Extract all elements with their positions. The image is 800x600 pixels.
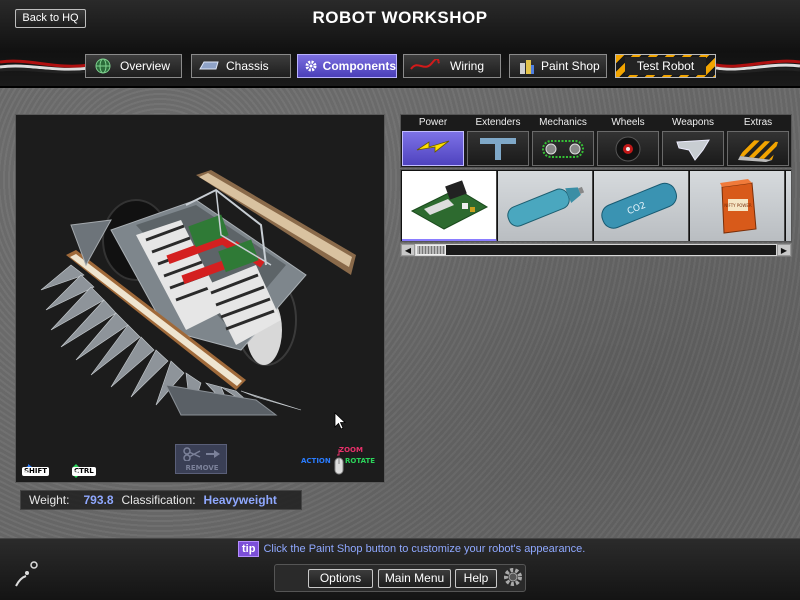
category-label: Mechanics xyxy=(539,117,587,128)
robot-3d-viewport[interactable]: SHIFT = CTRL = REMOVE ZOOM ACTION ROTATE xyxy=(15,114,385,483)
category-power[interactable]: Power xyxy=(401,115,465,169)
wheel-icon xyxy=(597,131,659,166)
blade-icon xyxy=(662,131,724,166)
category-label: Power xyxy=(418,117,448,128)
category-wheels[interactable]: Wheels xyxy=(596,115,660,169)
co2-tank-image: CO2 xyxy=(601,182,677,229)
category-label: Weapons xyxy=(671,117,715,128)
orange-battery-image: NIFTY POWER xyxy=(720,179,757,234)
hazard-plate-icon xyxy=(727,131,789,166)
scroll-thumb[interactable] xyxy=(416,245,446,255)
cursor-icon xyxy=(334,412,346,430)
globe-icon xyxy=(92,57,114,75)
classification-value: Heavyweight xyxy=(203,493,277,507)
classification-label: Classification: xyxy=(121,493,196,507)
cable-decoration-left xyxy=(0,59,90,74)
category-weapons[interactable]: Weapons xyxy=(661,115,725,169)
options-button[interactable]: Options xyxy=(308,569,373,588)
scroll-track[interactable] xyxy=(416,245,776,255)
weight-label: Weight: xyxy=(29,493,70,507)
parts-list: CO2 NIFTY POWER xyxy=(400,169,792,242)
tab-overview[interactable]: Overview xyxy=(85,54,182,78)
robot-model xyxy=(40,170,356,416)
next-part-peek xyxy=(786,171,791,241)
orange-battery-part[interactable]: NIFTY POWER xyxy=(690,171,785,241)
tab-chassis[interactable]: Chassis xyxy=(191,54,291,78)
parts-scrollbar[interactable]: ◀ ▶ xyxy=(400,243,792,257)
tab-paint-shop[interactable]: Paint Shop xyxy=(509,54,607,78)
tab-label: Components xyxy=(322,59,396,73)
t-bar-icon xyxy=(467,131,529,166)
remove-label: REMOVE xyxy=(185,464,219,472)
component-categories: Power Extenders Mechanics Wheels Weapons… xyxy=(400,114,792,168)
blue-tank-part[interactable] xyxy=(498,171,593,241)
chain-drive-icon xyxy=(532,131,594,166)
wire-icon xyxy=(410,57,440,75)
robot-stats-bar: Weight: 793.8 Classification: Heavyweigh… xyxy=(20,490,302,510)
ctrl-move-hint: CTRL = xyxy=(72,464,96,478)
category-extenders[interactable]: Extenders xyxy=(466,115,530,169)
shift-rotate-hint: SHIFT = xyxy=(22,464,50,478)
svg-text:NIFTY POWER: NIFTY POWER xyxy=(724,203,752,208)
mouse-icon xyxy=(334,449,344,475)
tab-label: Wiring xyxy=(450,59,485,73)
tab-test-robot[interactable]: Test Robot xyxy=(615,54,716,78)
help-button[interactable]: Help xyxy=(455,569,497,588)
tip-badge: tip xyxy=(238,541,260,557)
gear-icon xyxy=(302,57,320,75)
category-label: Extenders xyxy=(475,117,521,128)
ranking-logo-icon xyxy=(15,561,38,587)
rotate-label: ROTATE xyxy=(345,457,376,465)
circuit-board-part[interactable] xyxy=(402,171,497,241)
scroll-left-arrow-icon[interactable]: ◀ xyxy=(401,244,415,256)
category-label: Extras xyxy=(743,117,773,128)
chassis-icon xyxy=(198,57,220,75)
lightning-icon xyxy=(402,131,464,166)
gear-icon xyxy=(504,568,522,586)
category-label: Wheels xyxy=(611,117,645,128)
category-mechanics[interactable]: Mechanics xyxy=(531,115,595,169)
page-title: ROBOT WORKSHOP xyxy=(312,8,488,27)
tab-label: Test Robot xyxy=(624,57,707,75)
cable-decoration-right xyxy=(716,59,800,74)
tab-label: Chassis xyxy=(226,59,269,73)
equals-sign: = xyxy=(22,466,29,476)
co2-tank-part[interactable]: CO2 xyxy=(594,171,689,241)
tab-label: Paint Shop xyxy=(541,59,600,73)
mouse-controls-legend: ZOOM ACTION ROTATE xyxy=(301,445,381,477)
category-extras[interactable]: Extras xyxy=(726,115,790,169)
action-label: ACTION xyxy=(301,457,331,465)
tip-text: Click the Paint Shop button to customize… xyxy=(263,543,586,555)
main-menu-button[interactable]: Main Menu xyxy=(378,569,451,588)
circuit-board-image xyxy=(410,180,489,230)
remove-button[interactable]: REMOVE xyxy=(175,444,227,474)
tab-components[interactable]: Components xyxy=(297,54,397,78)
tab-wiring[interactable]: Wiring xyxy=(403,54,501,78)
paint-cans-icon xyxy=(516,57,538,75)
main-menu-bar: Options Main Menu Help xyxy=(274,564,526,592)
equals-sign: = xyxy=(72,466,79,476)
scissors-icon xyxy=(183,447,220,461)
tab-label: Overview xyxy=(120,59,171,73)
blue-tank-image xyxy=(507,186,585,227)
scroll-right-arrow-icon[interactable]: ▶ xyxy=(777,244,791,256)
weight-value: 793.8 xyxy=(83,493,114,507)
tip-message: tip Click the Paint Shop button to custo… xyxy=(238,541,585,557)
